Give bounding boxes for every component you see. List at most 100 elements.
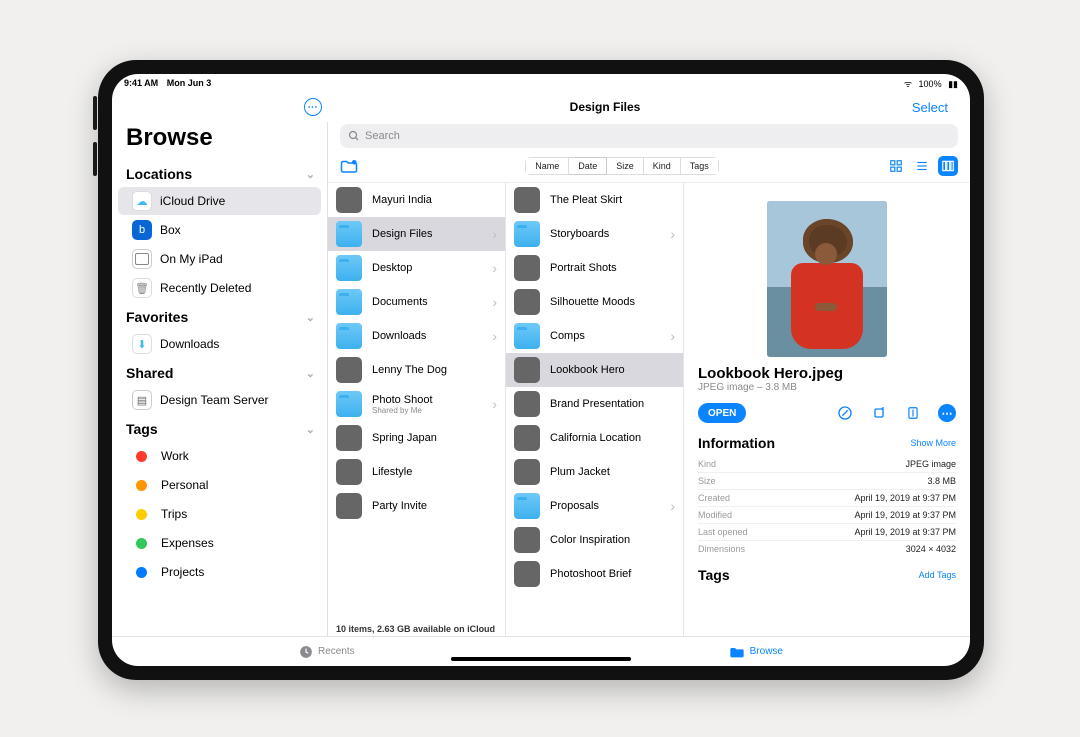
sidebar-item-icloud-drive[interactable]: ☁ iCloud Drive [118, 187, 321, 215]
thumbnail [336, 357, 362, 383]
folder-icon [729, 645, 745, 659]
tab-browse[interactable]: Browse [729, 645, 783, 659]
show-more-button[interactable]: Show More [910, 438, 956, 448]
ipad-icon [132, 249, 152, 269]
status-bar: 9:41 AM Mon Jun 3 ᯤ 100% ▮▮ [112, 74, 970, 92]
list-item[interactable]: Desktop› [328, 251, 505, 285]
chevron-down-icon: ⌄ [306, 367, 315, 380]
select-button[interactable]: Select [912, 100, 948, 115]
list-item[interactable]: Proposals› [506, 489, 683, 523]
list-item[interactable]: Comps› [506, 319, 683, 353]
sort-size[interactable]: Size [607, 157, 644, 175]
column-2: The Pleat SkirtStoryboards›Portrait Shot… [506, 183, 684, 636]
list-item[interactable]: Brand Presentation [506, 387, 683, 421]
folder-icon [514, 323, 540, 349]
detail-pane: Lookbook Hero.jpeg JPEG image – 3.8 MB O… [684, 183, 970, 636]
sidebar-tag-personal[interactable]: Personal [118, 471, 321, 499]
file-preview[interactable] [767, 201, 887, 357]
sort-tags[interactable]: Tags [681, 157, 719, 175]
list-item[interactable]: Design Files› [328, 217, 505, 251]
list-item[interactable]: Lenny The Dog [328, 353, 505, 387]
sidebar-tag-projects[interactable]: Projects [118, 558, 321, 586]
chevron-right-icon: › [670, 226, 675, 242]
list-item[interactable]: Silhouette Moods [506, 285, 683, 319]
tags-heading: Tags [698, 567, 730, 583]
thumbnail [336, 493, 362, 519]
chevron-right-icon: › [670, 498, 675, 514]
tag-dot-icon [136, 451, 147, 462]
tag-dot-icon [136, 567, 147, 578]
thumbnail [514, 391, 540, 417]
section-tags-header[interactable]: Tags ⌄ [112, 415, 327, 441]
sidebar-tag-trips[interactable]: Trips [118, 500, 321, 528]
sidebar-tag-work[interactable]: Work [118, 442, 321, 470]
sidebar-item-design-team-server[interactable]: ▤ Design Team Server [118, 386, 321, 414]
chevron-right-icon: › [492, 226, 497, 242]
view-grid-icon[interactable] [886, 156, 906, 176]
sort-name[interactable]: Name [525, 157, 569, 175]
view-columns-icon[interactable] [938, 156, 958, 176]
sort-kind[interactable]: Kind [644, 157, 681, 175]
thumbnail [514, 187, 540, 213]
home-indicator[interactable] [451, 657, 631, 661]
status-time: 9:41 AM [124, 78, 158, 88]
folder-icon [336, 255, 362, 281]
sort-date[interactable]: Date [569, 157, 607, 175]
list-item[interactable]: Spring Japan [328, 421, 505, 455]
info-row: Size3.8 MB [698, 472, 956, 489]
status-date: Mon Jun 3 [167, 78, 212, 88]
section-shared-header[interactable]: Shared ⌄ [112, 359, 327, 385]
markup-icon[interactable] [836, 404, 854, 422]
list-item[interactable]: Party Invite [328, 489, 505, 523]
sidebar-item-box[interactable]: b Box [118, 216, 321, 244]
section-favorites-header[interactable]: Favorites ⌄ [112, 303, 327, 329]
info-row: Dimensions3024 × 4032 [698, 540, 956, 557]
thumbnail [514, 561, 540, 587]
sidebar-item-recently-deleted[interactable]: 🗑 Recently Deleted [118, 274, 321, 302]
list-item[interactable]: Portrait Shots [506, 251, 683, 285]
svg-text:+: + [353, 161, 355, 165]
list-item[interactable]: Photo ShootShared by Me› [328, 387, 505, 421]
sidebar-item-on-my-ipad[interactable]: On My iPad [118, 245, 321, 273]
folder-icon [336, 289, 362, 315]
open-button[interactable]: OPEN [698, 403, 746, 423]
chevron-right-icon: › [492, 328, 497, 344]
sidebar-tag-expenses[interactable]: Expenses [118, 529, 321, 557]
rotate-icon[interactable] [870, 404, 888, 422]
list-item[interactable]: Color Inspiration [506, 523, 683, 557]
sidebar-item-downloads[interactable]: ⬇ Downloads [118, 330, 321, 358]
list-item[interactable]: Documents› [328, 285, 505, 319]
info-row: CreatedApril 19, 2019 at 9:37 PM [698, 489, 956, 506]
tab-recents[interactable]: Recents [299, 645, 355, 659]
trash-icon: 🗑 [132, 278, 152, 298]
page-title: Design Files [570, 100, 641, 114]
new-folder-button[interactable]: + [340, 158, 358, 174]
more-options-button[interactable]: ⋯ [304, 98, 322, 116]
thumbnail [336, 425, 362, 451]
list-item[interactable]: Photoshoot Brief [506, 557, 683, 591]
list-item[interactable]: Lifestyle [328, 455, 505, 489]
chevron-right-icon: › [492, 396, 497, 412]
sort-segmented-control[interactable]: Name Date Size Kind Tags [525, 157, 719, 175]
thumbnail [514, 527, 540, 553]
search-icon [348, 130, 360, 142]
tag-dot-icon [136, 480, 147, 491]
compress-icon[interactable] [904, 404, 922, 422]
list-item[interactable]: Plum Jacket [506, 455, 683, 489]
thumbnail [514, 459, 540, 485]
list-item[interactable]: Storyboards› [506, 217, 683, 251]
view-list-icon[interactable] [912, 156, 932, 176]
more-actions-button[interactable]: ⋯ [938, 404, 956, 422]
search-input[interactable]: Search [340, 124, 958, 148]
list-item[interactable]: Lookbook Hero [506, 353, 683, 387]
add-tags-button[interactable]: Add Tags [919, 570, 956, 580]
list-item[interactable]: Mayuri India [328, 183, 505, 217]
list-item[interactable]: Downloads› [328, 319, 505, 353]
box-icon: b [132, 220, 152, 240]
file-name: Lookbook Hero.jpeg [698, 365, 956, 382]
section-locations-header[interactable]: Locations ⌄ [112, 160, 327, 186]
list-item[interactable]: California Location [506, 421, 683, 455]
battery-icon: ▮▮ [948, 79, 958, 89]
list-item[interactable]: The Pleat Skirt [506, 183, 683, 217]
thumbnail [514, 289, 540, 315]
